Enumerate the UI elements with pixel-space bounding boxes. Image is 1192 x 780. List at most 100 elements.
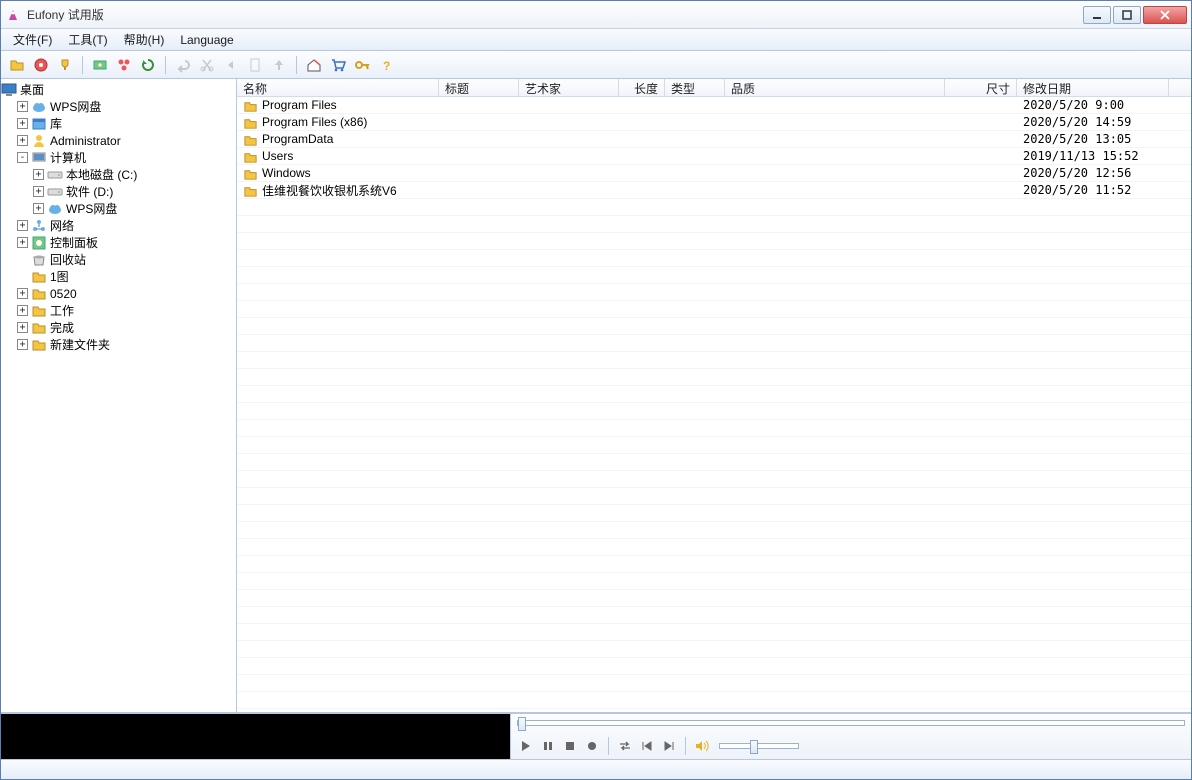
- tree-twisty[interactable]: +: [17, 237, 28, 248]
- toolbar-home-icon[interactable]: [304, 55, 324, 75]
- repeat-button[interactable]: [616, 737, 634, 755]
- tree-item[interactable]: + 软件 (D:): [1, 183, 236, 200]
- titlebar[interactable]: Eufony 试用版: [1, 1, 1191, 29]
- tree-label: 软件 (D:): [66, 183, 113, 200]
- cell-modified: 2020/5/20 14:59: [1017, 115, 1169, 129]
- tree-twisty[interactable]: +: [17, 118, 28, 129]
- tree-twisty[interactable]: +: [17, 101, 28, 112]
- tree-item[interactable]: + 本地磁盘 (C:): [1, 166, 236, 183]
- tree-label: 0520: [50, 287, 77, 301]
- empty-row: [237, 386, 1191, 403]
- tree-label: 计算机: [50, 149, 86, 166]
- tree-item[interactable]: 回收站: [1, 251, 236, 268]
- tree-label: 工作: [50, 302, 74, 319]
- menu-tools[interactable]: 工具(T): [60, 29, 115, 50]
- column-header-title[interactable]: 标题: [439, 79, 519, 96]
- column-header-quality[interactable]: 品质: [725, 79, 945, 96]
- column-header-artist[interactable]: 艺术家: [519, 79, 619, 96]
- tree-twisty[interactable]: +: [33, 169, 44, 180]
- tree-item[interactable]: +WPS网盘: [1, 98, 236, 115]
- tree-twisty[interactable]: +: [33, 203, 44, 214]
- tree-item[interactable]: +网络: [1, 217, 236, 234]
- column-header-size[interactable]: 尺寸: [945, 79, 1017, 96]
- tree-label: 本地磁盘 (C:): [66, 166, 137, 183]
- menubar: 文件(F) 工具(T) 帮助(H) Language: [1, 29, 1191, 51]
- record-button[interactable]: [583, 737, 601, 755]
- file-row[interactable]: Windows2020/5/20 12:56: [237, 165, 1191, 182]
- tree-twisty[interactable]: +: [33, 186, 44, 197]
- toolbar-trophy-icon[interactable]: [55, 55, 75, 75]
- maximize-button[interactable]: [1113, 6, 1141, 24]
- toolbar-key-icon[interactable]: [352, 55, 372, 75]
- tree-root[interactable]: 桌面: [1, 81, 236, 98]
- seek-bar[interactable]: [511, 714, 1191, 732]
- empty-row: [237, 709, 1191, 712]
- empty-row: [237, 692, 1191, 709]
- file-row[interactable]: Program Files (x86)2020/5/20 14:59: [237, 114, 1191, 131]
- column-header-name[interactable]: 名称: [237, 79, 439, 96]
- tree-item[interactable]: + 工作: [1, 302, 236, 319]
- window-title: Eufony 试用版: [27, 6, 1083, 23]
- tree-label: 完成: [50, 319, 74, 336]
- tree-twisty[interactable]: +: [17, 135, 28, 146]
- column-header-modified[interactable]: 修改日期: [1017, 79, 1169, 96]
- tree-item[interactable]: +新建文件夹: [1, 336, 236, 353]
- file-row[interactable]: 佳维视餐饮收银机系统V62020/5/20 11:52: [237, 182, 1191, 199]
- tree-twisty[interactable]: +: [17, 288, 28, 299]
- tree-twisty[interactable]: +: [17, 339, 28, 350]
- computer-icon: [31, 150, 47, 166]
- file-row[interactable]: ProgramData2020/5/20 13:05: [237, 131, 1191, 148]
- folder-icon: [31, 320, 47, 336]
- toolbar-back-icon: [221, 55, 241, 75]
- file-row[interactable]: Users2019/11/13 15:52: [237, 148, 1191, 165]
- tree-item[interactable]: +WPS网盘: [1, 200, 236, 217]
- file-name: Program Files: [262, 98, 337, 112]
- toolbar-refresh-icon[interactable]: [138, 55, 158, 75]
- cell-modified: 2020/5/20 11:52: [1017, 183, 1169, 197]
- tree-twisty[interactable]: +: [17, 305, 28, 316]
- toolbar-open-icon[interactable]: [7, 55, 27, 75]
- tree-twisty[interactable]: +: [17, 322, 28, 333]
- tree-item[interactable]: +库: [1, 115, 236, 132]
- empty-row: [237, 352, 1191, 369]
- empty-row: [237, 284, 1191, 301]
- play-button[interactable]: [517, 737, 535, 755]
- tree-item[interactable]: +Administrator: [1, 132, 236, 149]
- empty-row: [237, 335, 1191, 352]
- close-button[interactable]: [1143, 6, 1187, 24]
- volume-slider[interactable]: [719, 743, 799, 749]
- tree-twisty[interactable]: +: [17, 220, 28, 231]
- prev-button[interactable]: [638, 737, 656, 755]
- column-headers: 名称标题艺术家长度类型品质尺寸修改日期: [237, 79, 1191, 97]
- toolbar-convert-icon[interactable]: [90, 55, 110, 75]
- toolbar-merge-icon[interactable]: [114, 55, 134, 75]
- toolbar-cart-icon[interactable]: [328, 55, 348, 75]
- menu-file[interactable]: 文件(F): [5, 29, 60, 50]
- volume-icon[interactable]: [693, 737, 711, 755]
- folder-icon: [243, 184, 258, 197]
- tree-item[interactable]: +0520: [1, 285, 236, 302]
- file-row[interactable]: Program Files2020/5/20 9:00: [237, 97, 1191, 114]
- empty-row: [237, 607, 1191, 624]
- tree-item[interactable]: 1图: [1, 268, 236, 285]
- file-list[interactable]: Program Files2020/5/20 9:00Program Files…: [237, 97, 1191, 712]
- toolbar-up-icon: [269, 55, 289, 75]
- tree-item[interactable]: + 完成: [1, 319, 236, 336]
- pause-button[interactable]: [539, 737, 557, 755]
- stop-button[interactable]: [561, 737, 579, 755]
- toolbar-burn-icon[interactable]: [31, 55, 51, 75]
- tree-item[interactable]: - 计算机: [1, 149, 236, 166]
- column-header-type[interactable]: 类型: [665, 79, 725, 96]
- tree-label: 桌面: [20, 81, 44, 98]
- toolbar-help-icon[interactable]: ?: [376, 55, 396, 75]
- next-button[interactable]: [660, 737, 678, 755]
- minimize-button[interactable]: [1083, 6, 1111, 24]
- player-controls: [511, 714, 1191, 759]
- menu-language[interactable]: Language: [172, 31, 241, 49]
- tree-item[interactable]: +控制面板: [1, 234, 236, 251]
- folder-tree[interactable]: 桌面+WPS网盘+库+Administrator-计算机+本地磁盘 (C:)+软…: [1, 79, 237, 712]
- tree-label: 回收站: [50, 251, 86, 268]
- column-header-length[interactable]: 长度: [619, 79, 665, 96]
- menu-help[interactable]: 帮助(H): [116, 29, 173, 50]
- tree-twisty[interactable]: -: [17, 152, 28, 163]
